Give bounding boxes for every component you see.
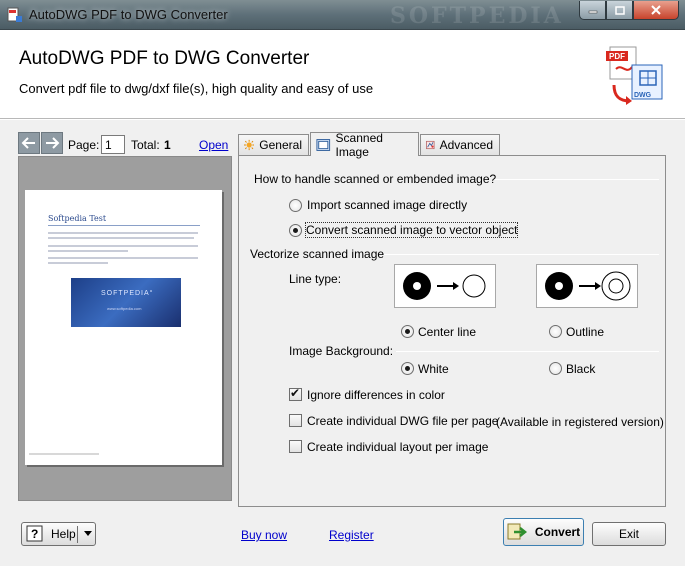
maximize-button[interactable]: [606, 1, 633, 20]
preview-text-line: [48, 257, 198, 259]
svg-text:DWG: DWG: [634, 92, 652, 99]
softpedia-watermark: SOFTPEDIA: [390, 3, 564, 29]
page-number-input[interactable]: [101, 135, 125, 154]
white-background-label[interactable]: White: [418, 362, 449, 376]
header-title: AutoDWG PDF to DWG Converter: [19, 48, 310, 69]
exit-label: Exit: [618, 527, 639, 541]
convert-label: Convert: [534, 525, 581, 539]
total-pages-value: 1: [164, 138, 171, 152]
individual-dwg-checkbox[interactable]: [289, 414, 302, 427]
checkmark-icon: ✔: [290, 386, 301, 400]
preview-text-line: [48, 237, 194, 239]
outline-label[interactable]: Outline: [566, 325, 604, 339]
convert-button[interactable]: Convert: [503, 518, 584, 546]
preview-text-line: [48, 250, 128, 252]
svg-text:?: ?: [31, 527, 38, 541]
close-icon: [651, 5, 661, 15]
page-label: Page:: [68, 138, 100, 152]
bottom-bar: ? Help Buy now Register Convert Exit: [0, 511, 685, 566]
preview-page: Softpedia Test SOFTPEDIA° www.softpedia.…: [25, 190, 222, 465]
close-button[interactable]: [633, 1, 679, 20]
center-line-label[interactable]: Center line: [418, 325, 476, 339]
convert-icon: [507, 523, 527, 540]
minimize-icon: [588, 10, 597, 14]
dropdown-arrow-icon[interactable]: [83, 529, 93, 539]
help-icon: ?: [26, 525, 43, 542]
preview-title-rule: [48, 225, 200, 226]
help-button[interactable]: ? Help: [21, 522, 96, 546]
ignore-colors-checkbox[interactable]: ✔: [289, 386, 302, 401]
open-file-link[interactable]: Open: [199, 138, 228, 152]
help-split-divider: [77, 526, 78, 543]
help-label: Help: [51, 527, 76, 541]
outline-preview[interactable]: [536, 264, 638, 308]
arrow-right-icon: [46, 137, 60, 149]
tab-scanned-image-label: Scanned Image: [335, 130, 383, 159]
vectorize-heading: Vectorize scanned image: [250, 247, 385, 261]
header-subtitle: Convert pdf file to dwg/dxf file(s), hig…: [19, 81, 374, 96]
individual-dwg-label[interactable]: Create individual DWG file per page: [307, 414, 498, 428]
preview-text-line: [48, 245, 198, 247]
preview-banner-url: www.softpedia.com: [107, 306, 142, 311]
arrow-left-icon: [21, 137, 35, 149]
registered-version-note: (Available in registered version): [496, 415, 664, 429]
pdf-to-dwg-logo: PDF DWG: [606, 46, 663, 105]
center-line-diagram: [403, 272, 486, 300]
tab-advanced[interactable]: Advanced: [420, 134, 500, 155]
black-background-radio[interactable]: [549, 362, 562, 375]
advanced-icon: [426, 140, 435, 150]
main-panel: Page: Total: 1 Open Softpedia Test SOFTP…: [0, 120, 685, 566]
scanner-icon: [316, 138, 331, 151]
exit-button[interactable]: Exit: [592, 522, 666, 546]
convert-vector-label[interactable]: Convert scanned image to vector object: [304, 222, 519, 238]
maximize-icon: [614, 5, 625, 15]
import-directly-radio[interactable]: [289, 199, 302, 212]
tab-general[interactable]: General: [238, 134, 309, 155]
total-label: Total:: [131, 138, 160, 152]
preview-banner-text: SOFTPEDIA°: [101, 290, 154, 297]
preview-doc-title: Softpedia Test: [48, 214, 107, 223]
register-link[interactable]: Register: [329, 528, 374, 542]
minimize-button[interactable]: [579, 1, 606, 20]
next-page-button[interactable]: [41, 132, 63, 154]
svg-text:PDF: PDF: [609, 52, 625, 61]
app-icon[interactable]: [7, 7, 23, 23]
buy-now-link[interactable]: Buy now: [241, 528, 287, 542]
import-directly-label[interactable]: Import scanned image directly: [307, 198, 467, 212]
preview-footer-line: [29, 453, 99, 455]
handling-question: How to handle scanned or embended image?: [254, 172, 497, 186]
sun-icon: [244, 139, 255, 151]
image-background-label: Image Background:: [289, 344, 394, 358]
ignore-colors-label[interactable]: Ignore differences in color: [307, 388, 445, 402]
tab-general-label: General: [259, 138, 302, 152]
window-title: AutoDWG PDF to DWG Converter: [29, 7, 228, 22]
convert-vector-radio[interactable]: [289, 224, 302, 237]
background-divider: [396, 351, 659, 352]
outline-diagram: [545, 271, 631, 301]
previous-page-button[interactable]: [18, 132, 40, 154]
question-divider: [495, 179, 659, 180]
tab-advanced-label: Advanced: [439, 138, 493, 152]
preview-text-line: [48, 232, 198, 234]
black-background-label[interactable]: Black: [566, 362, 595, 376]
pdf-preview-pane[interactable]: Softpedia Test SOFTPEDIA° www.softpedia.…: [18, 156, 232, 501]
center-line-preview[interactable]: [394, 264, 496, 308]
individual-layout-label[interactable]: Create individual layout per image: [307, 440, 488, 454]
preview-softpedia-banner: SOFTPEDIA° www.softpedia.com: [71, 278, 181, 327]
scanned-image-panel: How to handle scanned or embended image?…: [238, 155, 666, 507]
center-line-radio[interactable]: [401, 325, 414, 338]
title-bar[interactable]: AutoDWG PDF to DWG Converter SOFTPEDIA: [0, 0, 685, 30]
vectorize-divider: [384, 254, 659, 255]
page-navigation: Page: Total: 1 Open: [18, 132, 232, 156]
white-background-radio[interactable]: [401, 362, 414, 375]
line-type-label: Line type:: [289, 272, 342, 286]
outline-radio[interactable]: [549, 325, 562, 338]
preview-text-line: [48, 262, 108, 264]
app-header: AutoDWG PDF to DWG Converter Convert pdf…: [0, 31, 685, 119]
individual-layout-checkbox[interactable]: [289, 440, 302, 453]
tab-scanned-image[interactable]: Scanned Image: [310, 130, 419, 159]
